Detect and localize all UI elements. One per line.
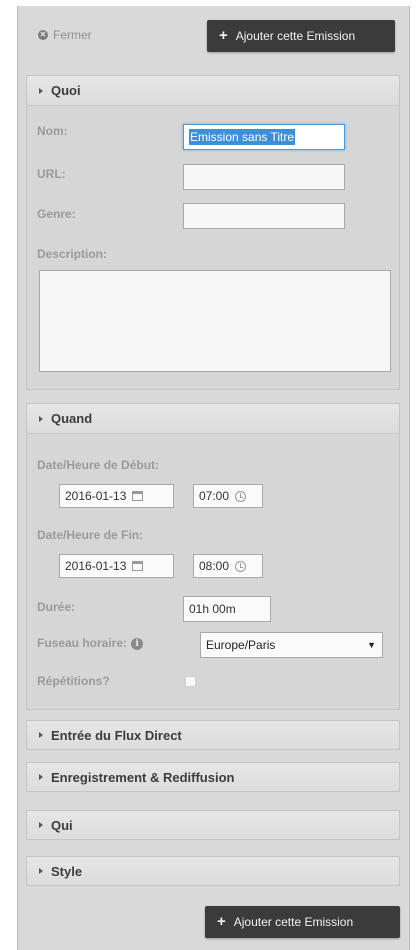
genre-label: Genre: [37,207,76,221]
top-bar: ✕ Fermer + Ajouter cette Emission [18,6,409,56]
section-qui-title: Qui [51,817,73,833]
section-qui: Qui [26,810,400,840]
plus-icon: + [219,27,228,44]
close-label: Fermer [53,28,92,42]
section-quoi-title: Quoi [51,83,81,98]
url-label: URL: [37,167,66,181]
section-recording-title: Enregistrement & Rediffusion [51,769,235,785]
add-show-button-top[interactable]: + Ajouter cette Emission [207,20,395,52]
caret-right-icon [39,822,43,828]
end-time-value: 08:00 [199,559,230,573]
section-quand: Quand Date/Heure de Début: 2016-01-13 07… [26,403,400,710]
name-input[interactable]: Emission sans Titre [183,124,345,150]
clock-icon [235,490,247,502]
section-quand-title: Quand [51,411,93,426]
section-quoi-header[interactable]: Quoi [27,76,399,106]
section-quoi: Quoi Nom: Emission sans Titre URL: Genre… [26,75,400,390]
start-date-value: 2016-01-13 [65,489,127,503]
section-live-stream-header[interactable]: Entrée du Flux Direct [27,721,399,749]
close-icon: ✕ [38,30,48,40]
section-live-stream: Entrée du Flux Direct [26,720,400,750]
dropdown-arrow-icon: ▼ [367,640,376,650]
caret-right-icon [39,415,43,422]
description-textarea[interactable] [39,270,391,372]
caret-right-icon [39,774,43,780]
section-recording-header[interactable]: Enregistrement & Rediffusion [27,763,399,791]
description-label: Description: [37,247,108,261]
section-live-stream-title: Entrée du Flux Direct [51,727,182,743]
timezone-label: Fuseau horaire: i [37,636,144,650]
add-show-label: Ajouter cette Emission [235,29,356,43]
add-show-label-bottom: Ajouter cette Emission [233,915,354,929]
start-label: Date/Heure de Début: [37,458,160,472]
duration-label: Durée: [37,600,76,614]
genre-input[interactable] [183,203,345,229]
calendar-icon [132,491,144,501]
calendar-icon [132,561,144,571]
section-style: Style [26,856,400,886]
section-style-title: Style [51,863,83,879]
timezone-select[interactable]: Europe/Paris ▼ [200,632,383,658]
close-button[interactable]: ✕ Fermer [38,28,92,42]
section-qui-header[interactable]: Qui [27,811,399,839]
caret-right-icon [39,868,43,874]
plus-icon: + [217,913,226,930]
name-label: Nom: [37,124,68,138]
info-icon[interactable]: i [131,637,144,650]
start-date-input[interactable]: 2016-01-13 [59,484,174,508]
duration-value: 01h 00m [189,602,236,616]
duration-field: 01h 00m [183,596,271,622]
url-input[interactable] [183,164,345,190]
section-quand-header[interactable]: Quand [27,404,399,434]
repeat-checkbox[interactable] [185,676,196,687]
end-date-value: 2016-01-13 [65,559,127,573]
caret-right-icon [39,732,43,738]
start-time-value: 07:00 [199,489,230,503]
name-value: Emission sans Titre [189,129,296,145]
timezone-label-text: Fuseau horaire: [37,636,128,650]
start-time-input[interactable]: 07:00 [193,484,263,508]
add-show-panel: ✕ Fermer + Ajouter cette Emission Quoi N… [17,6,410,950]
caret-right-icon [39,87,43,94]
clock-icon [235,560,247,572]
end-time-input[interactable]: 08:00 [193,554,263,578]
section-style-header[interactable]: Style [27,857,399,885]
end-label: Date/Heure de Fin: [37,528,144,542]
end-date-input[interactable]: 2016-01-13 [59,554,174,578]
timezone-value: Europe/Paris [206,638,276,652]
repeat-label: Répétitions? [37,674,110,688]
add-show-button-bottom[interactable]: + Ajouter cette Emission [205,906,400,938]
section-recording: Enregistrement & Rediffusion [26,762,400,792]
